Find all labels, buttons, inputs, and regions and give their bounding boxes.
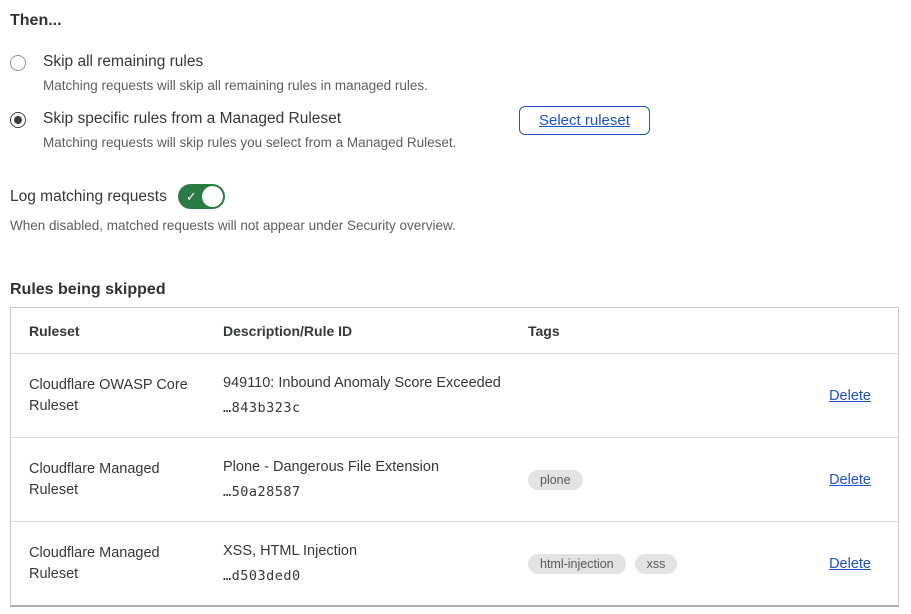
log-matching-requests-toggle[interactable]: ✓ — [178, 184, 225, 209]
select-ruleset-button[interactable]: Select ruleset — [519, 106, 650, 135]
option-label: Skip all remaining rules — [43, 52, 428, 72]
then-section-title: Then... — [10, 11, 911, 30]
table-row: Cloudflare Managed Ruleset Plone - Dange… — [11, 437, 898, 521]
log-matching-requests-description: When disabled, matched requests will not… — [10, 217, 911, 234]
rule-description-cell: Plone - Dangerous File Extension …50a285… — [223, 459, 528, 500]
option-text: Skip all remaining rules Matching reques… — [43, 52, 428, 94]
delete-link[interactable]: Delete — [829, 472, 871, 488]
rule-description: 949110: Inbound Anomaly Score Exceeded — [223, 375, 528, 392]
option-text: Skip specific rules from a Managed Rules… — [43, 109, 456, 151]
radio-skip-specific-rules[interactable] — [10, 112, 26, 128]
tag-pill: html-injection — [528, 554, 626, 574]
log-matching-requests-row: Log matching requests ✓ — [10, 184, 911, 209]
actions-cell: Delete — [791, 387, 880, 405]
check-icon: ✓ — [186, 188, 197, 205]
rules-table: Ruleset Description/Rule ID Tags Cloudfl… — [10, 307, 899, 607]
rule-description: XSS, HTML Injection — [223, 543, 528, 560]
table-header-row: Ruleset Description/Rule ID Tags — [11, 308, 898, 353]
actions-cell: Delete — [791, 555, 880, 573]
rule-id: …d503ded0 — [223, 568, 528, 584]
table-row: Cloudflare OWASP Core Ruleset 949110: In… — [11, 353, 898, 437]
page: Then... Skip all remaining rules Matchin… — [0, 0, 911, 607]
radio-skip-all-rules[interactable] — [10, 55, 26, 71]
delete-link[interactable]: Delete — [829, 556, 871, 572]
table-row: Cloudflare Managed Ruleset XSS, HTML Inj… — [11, 521, 898, 605]
ruleset-name: Cloudflare Managed Ruleset — [29, 459, 197, 501]
select-ruleset-button-label: Select ruleset — [539, 112, 630, 129]
rule-id: …843b323c — [223, 400, 528, 416]
delete-link[interactable]: Delete — [829, 388, 871, 404]
option-skip-all-rules: Skip all remaining rules Matching reques… — [10, 52, 911, 94]
column-header-tags: Tags — [528, 323, 791, 339]
option-skip-specific-rules: Skip specific rules from a Managed Rules… — [10, 109, 911, 151]
toggle-knob — [202, 186, 223, 207]
column-header-ruleset: Ruleset — [29, 323, 223, 339]
option-description: Matching requests will skip rules you se… — [43, 134, 456, 151]
ruleset-name: Cloudflare OWASP Core Ruleset — [29, 375, 197, 417]
rule-description: Plone - Dangerous File Extension — [223, 459, 528, 476]
column-header-description: Description/Rule ID — [223, 323, 528, 339]
tags-cell: html-injection xss — [528, 554, 791, 574]
tag-pill: xss — [635, 554, 678, 574]
tags-cell: plone — [528, 470, 791, 490]
actions-cell: Delete — [791, 471, 880, 489]
option-description: Matching requests will skip all remainin… — [43, 77, 428, 94]
log-matching-requests-label: Log matching requests — [10, 187, 167, 207]
rule-description-cell: XSS, HTML Injection …d503ded0 — [223, 543, 528, 584]
ruleset-name: Cloudflare Managed Ruleset — [29, 543, 197, 585]
rule-id: …50a28587 — [223, 484, 528, 500]
action-options: Skip all remaining rules Matching reques… — [10, 52, 911, 151]
option-label: Skip specific rules from a Managed Rules… — [43, 109, 456, 129]
tag-pill: plone — [528, 470, 583, 490]
rule-description-cell: 949110: Inbound Anomaly Score Exceeded …… — [223, 375, 528, 416]
rules-being-skipped-title: Rules being skipped — [10, 281, 911, 299]
